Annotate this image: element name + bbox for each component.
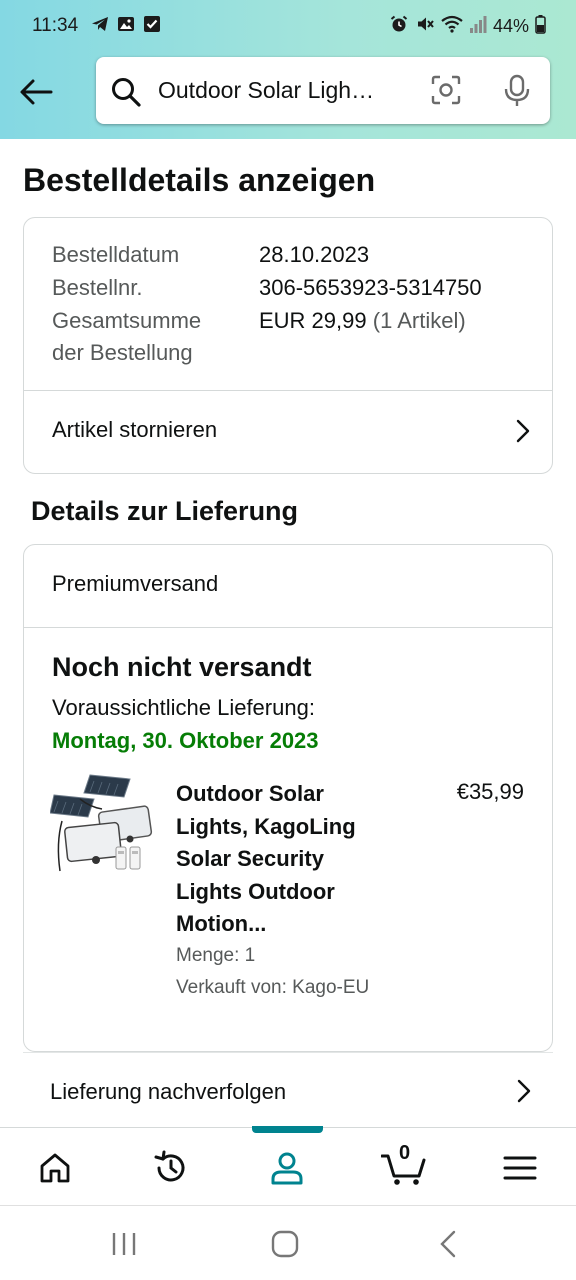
mute-icon — [415, 14, 435, 39]
status-notification-icons — [90, 14, 162, 39]
arrow-left-icon — [20, 79, 53, 105]
page-title: Bestelldetails anzeigen — [23, 162, 376, 198]
solar-panel-image — [49, 774, 153, 872]
product-quantity: Menge: 1 — [176, 945, 256, 966]
cancel-items-label: Artikel stornieren — [52, 417, 218, 442]
order-number-value: 306-5653923-5314750 — [259, 275, 482, 300]
nav-cart[interactable]: 0 — [380, 1142, 428, 1190]
divider — [24, 627, 552, 628]
search-input[interactable]: Outdoor Solar Ligh… — [158, 77, 374, 104]
order-total-label-line2: der Bestellung — [52, 340, 193, 365]
checkbox-notification-icon — [142, 14, 162, 39]
wifi-icon — [441, 14, 463, 39]
product-title-link[interactable]: Outdoor Solar Lights, KagoLing Solar Sec… — [176, 778, 416, 941]
status-bar: 11:34 44% — [0, 0, 576, 54]
chevron-right-icon — [516, 419, 530, 448]
status-time: 11:34 — [32, 15, 79, 36]
telegram-icon — [90, 14, 110, 39]
product-price: €35,99 — [456, 779, 524, 804]
order-item-count: (1 Artikel) — [372, 308, 466, 333]
search-icon — [110, 76, 142, 113]
app-header: 11:34 44% Outdoor Solar Ligh… — [0, 0, 576, 139]
product-title-line: Solar Security — [176, 846, 324, 871]
track-delivery-row[interactable]: Lieferung nachverfolgen — [23, 1052, 553, 1128]
home-icon — [40, 1153, 70, 1183]
camera-search-icon[interactable] — [430, 74, 462, 111]
search-bar[interactable]: Outdoor Solar Ligh… — [96, 57, 550, 124]
status-system-icons: 44% — [389, 14, 546, 39]
eta-label: Voraussichtliche Lieferung: — [52, 695, 315, 720]
cart-count: 0 — [399, 1142, 411, 1164]
order-total-amount: EUR 29,99 — [259, 308, 367, 333]
home-system-button[interactable] — [265, 1226, 305, 1262]
chevron-right-icon — [517, 1079, 531, 1108]
eta-date: Montag, 30. Oktober 2023 — [52, 728, 319, 753]
bottom-navigation: 0 — [0, 1126, 576, 1205]
recent-apps-icon — [112, 1233, 136, 1255]
buy-again-icon — [154, 1150, 185, 1182]
battery-icon — [535, 14, 546, 39]
back-chevron-icon — [440, 1230, 456, 1258]
shipping-type: Premiumversand — [52, 571, 219, 596]
nav-menu[interactable] — [498, 1146, 542, 1190]
delivery-section-title: Details zur Lieferung — [31, 496, 299, 526]
order-total-value: EUR 29,99 (1 Artikel) — [259, 308, 466, 334]
delivery-card: Premiumversand Noch nicht versandt Vorau… — [23, 544, 553, 1052]
product-title-line: Lights Outdoor — [176, 878, 335, 904]
order-date-label: Bestelldatum — [52, 242, 180, 267]
back-button[interactable] — [16, 72, 56, 112]
order-total-label: Gesamtsumme — [52, 308, 202, 333]
recent-apps-button[interactable] — [104, 1226, 144, 1262]
alarm-icon — [389, 14, 409, 39]
user-icon — [271, 1152, 303, 1185]
order-number-label: Bestellnr. — [52, 275, 143, 300]
order-date-value: 28.10.2023 — [259, 242, 370, 267]
home-circle-icon — [271, 1230, 299, 1258]
product-title-line: Motion... — [176, 911, 267, 936]
nav-account[interactable] — [265, 1146, 309, 1190]
battery-percent: 44% — [492, 16, 529, 36]
product-title-line: Outdoor Solar — [176, 781, 324, 806]
order-summary-card: Bestelldatum 28.10.2023 Bestellnr. 306-5… — [23, 217, 553, 474]
product-seller: Verkauft von: Kago-EU — [176, 977, 370, 998]
nav-home[interactable] — [33, 1146, 77, 1190]
cancel-items-row[interactable]: Artikel stornieren — [24, 391, 552, 471]
back-system-button[interactable] — [428, 1226, 468, 1262]
product-image[interactable] — [49, 773, 154, 883]
signal-icon — [469, 14, 487, 39]
shipment-status: Noch nicht versandt — [52, 652, 312, 682]
nav-buy-again[interactable] — [149, 1146, 193, 1190]
microphone-icon[interactable] — [502, 74, 532, 113]
active-tab-indicator — [252, 1126, 323, 1133]
product-title-line: Lights, KagoLing — [176, 813, 356, 839]
gallery-icon — [116, 14, 136, 39]
menu-icon — [503, 1156, 537, 1180]
track-delivery-label: Lieferung nachverfolgen — [50, 1079, 287, 1104]
system-navigation-bar — [0, 1205, 576, 1280]
